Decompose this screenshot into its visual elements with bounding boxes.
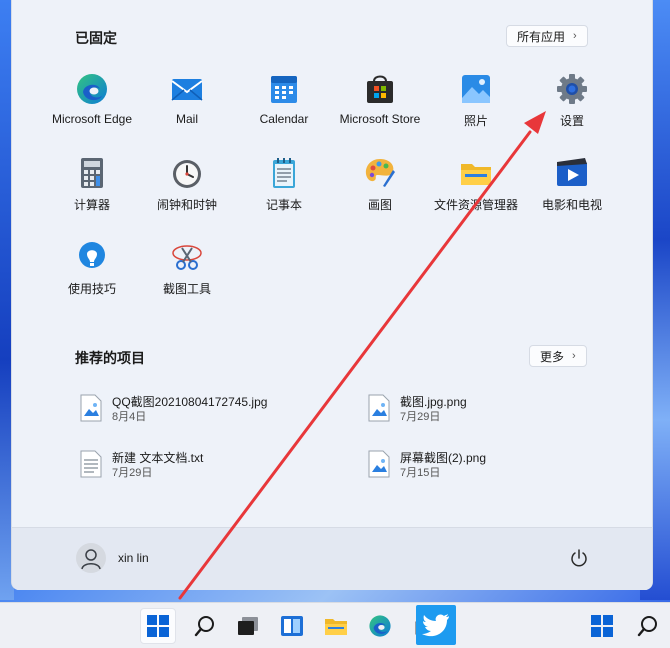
windows-icon bbox=[147, 615, 169, 637]
recommended-item-date: 7月15日 bbox=[400, 467, 441, 479]
avatar[interactable] bbox=[76, 543, 106, 573]
app-calendar[interactable]: Calendar bbox=[236, 72, 332, 126]
scissors-icon bbox=[170, 240, 204, 274]
recommended-item-date: 7月29日 bbox=[112, 467, 153, 479]
search-icon bbox=[194, 616, 214, 637]
twitter-bird-icon bbox=[422, 614, 449, 637]
play-icon bbox=[555, 156, 589, 190]
image-file-icon bbox=[368, 450, 390, 478]
start-button[interactable] bbox=[140, 608, 176, 644]
start-button-secondary[interactable] bbox=[584, 608, 620, 644]
task-view-button[interactable] bbox=[230, 608, 266, 644]
taskbar bbox=[0, 602, 670, 648]
app-label: Microsoft Store bbox=[339, 112, 421, 126]
recommended-title: 推荐的项目 bbox=[75, 350, 145, 366]
store-icon bbox=[363, 72, 397, 106]
recommended-item-date: 8月4日 bbox=[112, 411, 147, 423]
chevron-right-icon: › bbox=[573, 30, 577, 42]
widgets-button[interactable] bbox=[274, 608, 310, 644]
app-snipping-tool[interactable]: 截图工具 bbox=[139, 240, 235, 297]
app-settings[interactable]: 设置 bbox=[524, 72, 620, 129]
image-file-icon bbox=[368, 394, 390, 422]
search-icon bbox=[637, 616, 657, 637]
clock-icon bbox=[170, 156, 204, 190]
recommended-item-name: 截图.jpg.png bbox=[400, 395, 467, 409]
user-name[interactable]: xin lin bbox=[118, 551, 149, 565]
edge-icon bbox=[75, 72, 109, 106]
app-label: 设置 bbox=[559, 114, 584, 128]
app-microsoft-edge[interactable]: Microsoft Edge bbox=[44, 72, 140, 126]
search-button-secondary[interactable] bbox=[630, 608, 666, 644]
file-explorer-button[interactable] bbox=[318, 608, 354, 644]
edge-button[interactable] bbox=[362, 608, 398, 644]
all-apps-button[interactable]: 所有应用 › bbox=[506, 25, 588, 47]
app-alarms-clock[interactable]: 闹钟和时钟 bbox=[139, 156, 235, 213]
notepad-icon bbox=[267, 156, 301, 190]
mail-icon bbox=[170, 72, 204, 106]
folder-icon bbox=[459, 156, 493, 190]
recommended-item-name: QQ截图20210804172745.jpg bbox=[112, 395, 268, 409]
recommended-item-name: 新建 文本文档.txt bbox=[112, 451, 204, 465]
app-label: 文件资源管理器 bbox=[433, 198, 518, 212]
app-label: 闹钟和时钟 bbox=[156, 198, 217, 212]
app-notepad[interactable]: 记事本 bbox=[236, 156, 332, 213]
power-icon[interactable] bbox=[569, 548, 589, 568]
windows-icon bbox=[591, 615, 613, 637]
lightbulb-icon bbox=[75, 240, 109, 274]
recommended-item[interactable]: 截图.jpg.png 7月29日 bbox=[368, 394, 467, 424]
app-label: 照片 bbox=[463, 114, 488, 128]
recommended-item[interactable]: QQ截图20210804172745.jpg 8月4日 bbox=[80, 394, 267, 424]
app-paint[interactable]: 画图 bbox=[332, 156, 428, 213]
app-microsoft-store[interactable]: Microsoft Store bbox=[332, 72, 428, 126]
widgets-icon bbox=[281, 616, 303, 636]
search-button[interactable] bbox=[187, 608, 223, 644]
calculator-icon bbox=[75, 156, 109, 190]
twitter-button[interactable] bbox=[416, 605, 456, 645]
image-file-icon bbox=[80, 394, 102, 422]
app-file-explorer[interactable]: 文件资源管理器 bbox=[428, 156, 524, 213]
photos-icon bbox=[459, 72, 493, 106]
recommended-item[interactable]: 屏幕截图(2).png 7月15日 bbox=[368, 450, 486, 480]
recommended-item[interactable]: 新建 文本文档.txt 7月29日 bbox=[80, 450, 203, 480]
paint-palette-icon bbox=[363, 156, 397, 190]
app-label: 截图工具 bbox=[162, 282, 211, 296]
app-label: 使用技巧 bbox=[67, 282, 116, 296]
more-button[interactable]: 更多 › bbox=[529, 345, 587, 367]
app-label: Microsoft Edge bbox=[51, 112, 133, 126]
start-menu: 已固定 所有应用 › Microsoft Edge Mail Calendar … bbox=[11, 0, 653, 590]
folder-icon bbox=[325, 619, 347, 635]
app-label: Mail bbox=[175, 112, 198, 126]
start-footer: xin lin bbox=[12, 527, 652, 590]
app-label: 计算器 bbox=[73, 198, 110, 212]
edge-icon bbox=[369, 615, 391, 637]
chevron-right-icon: › bbox=[572, 350, 576, 362]
app-photos[interactable]: 照片 bbox=[428, 72, 524, 129]
app-label: 电影和电视 bbox=[541, 198, 602, 212]
app-label: 画图 bbox=[367, 198, 392, 212]
more-label: 更多 bbox=[540, 349, 565, 364]
app-label: Calendar bbox=[259, 112, 309, 126]
app-tips[interactable]: 使用技巧 bbox=[44, 240, 140, 297]
app-movies-tv[interactable]: 电影和电视 bbox=[524, 156, 620, 213]
task-view-icon bbox=[238, 617, 258, 635]
all-apps-label: 所有应用 bbox=[517, 29, 566, 44]
recommended-item-name: 屏幕截图(2).png bbox=[400, 451, 487, 465]
calendar-icon bbox=[267, 72, 301, 106]
text-file-icon bbox=[80, 450, 102, 478]
app-calculator[interactable]: 计算器 bbox=[44, 156, 140, 213]
gear-icon bbox=[555, 72, 589, 106]
recommended-item-date: 7月29日 bbox=[400, 411, 441, 423]
pinned-title: 已固定 bbox=[75, 30, 117, 46]
app-label: 记事本 bbox=[265, 198, 302, 212]
app-mail[interactable]: Mail bbox=[139, 72, 235, 126]
